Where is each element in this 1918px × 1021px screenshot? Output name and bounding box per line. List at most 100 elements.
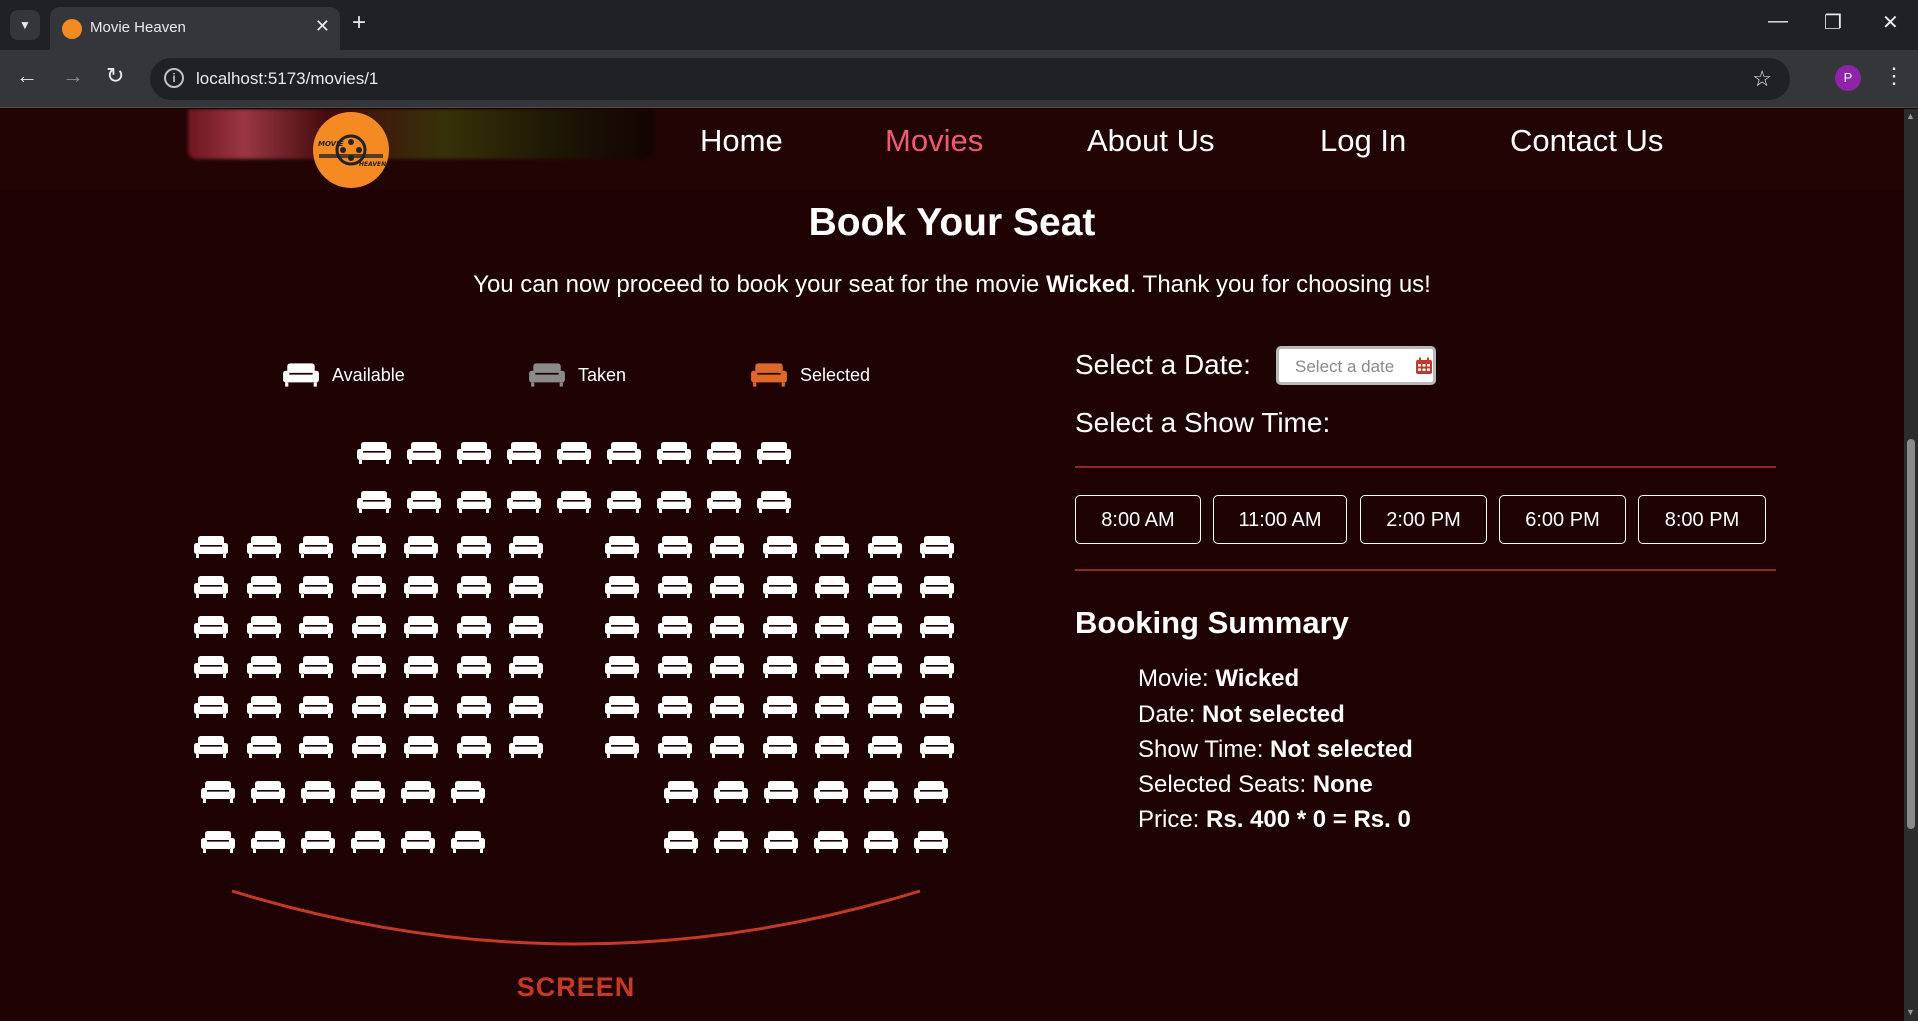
seat-r3-c5[interactable] [403, 535, 439, 559]
seat-r8-c2[interactable] [246, 735, 282, 759]
seat-r3-c1[interactable] [193, 535, 229, 559]
seat-r8-c7[interactable] [508, 735, 544, 759]
seat-r4-c5[interactable] [403, 575, 439, 599]
seat-r2-c5[interactable] [556, 490, 592, 514]
seat-r10-c1[interactable] [200, 830, 236, 854]
seat-r4-c12[interactable] [814, 575, 850, 599]
profile-avatar[interactable]: P [1835, 65, 1861, 91]
seat-r6-c13[interactable] [867, 655, 903, 679]
minimize-icon[interactable]: — [1768, 10, 1788, 33]
showtime-button-2[interactable]: 11:00 AM [1213, 495, 1347, 544]
seat-r1-c1[interactable] [356, 441, 392, 465]
showtime-button-1[interactable]: 8:00 AM [1075, 495, 1201, 544]
nav-about[interactable]: About Us [1087, 123, 1215, 159]
seat-r4-c14[interactable] [919, 575, 955, 599]
seat-r5-c3[interactable] [298, 615, 334, 639]
seat-r1-c6[interactable] [606, 441, 642, 465]
seat-r3-c12[interactable] [814, 535, 850, 559]
seat-r1-c5[interactable] [556, 441, 592, 465]
browser-menu-icon[interactable]: ⋮ [1883, 63, 1905, 89]
new-tab-icon[interactable]: + [352, 11, 366, 35]
seat-r4-c1[interactable] [193, 575, 229, 599]
seat-r9-c8[interactable] [713, 780, 749, 804]
seat-r2-c6[interactable] [606, 490, 642, 514]
seat-r7-c9[interactable] [657, 695, 693, 719]
seat-r9-c6[interactable] [450, 780, 486, 804]
seat-r3-c6[interactable] [456, 535, 492, 559]
seat-r5-c7[interactable] [508, 615, 544, 639]
seat-r7-c2[interactable] [246, 695, 282, 719]
seat-r8-c3[interactable] [298, 735, 334, 759]
seat-r3-c3[interactable] [298, 535, 334, 559]
seat-r9-c5[interactable] [400, 780, 436, 804]
seat-r1-c7[interactable] [656, 441, 692, 465]
seat-r7-c1[interactable] [193, 695, 229, 719]
seat-r1-c2[interactable] [406, 441, 442, 465]
seat-r6-c14[interactable] [919, 655, 955, 679]
seat-r2-c7[interactable] [656, 490, 692, 514]
seat-r4-c8[interactable] [604, 575, 640, 599]
scroll-up-icon[interactable]: ▲ [1906, 111, 1915, 121]
bookmark-star-icon[interactable]: ☆ [1752, 66, 1772, 92]
seat-r1-c3[interactable] [456, 441, 492, 465]
seat-r9-c9[interactable] [763, 780, 799, 804]
seat-r10-c5[interactable] [400, 830, 436, 854]
seat-r6-c1[interactable] [193, 655, 229, 679]
seat-r8-c10[interactable] [709, 735, 745, 759]
seat-r3-c7[interactable] [508, 535, 544, 559]
seat-r5-c14[interactable] [919, 615, 955, 639]
seat-r6-c11[interactable] [762, 655, 798, 679]
seat-r9-c11[interactable] [863, 780, 899, 804]
seat-r10-c7[interactable] [663, 830, 699, 854]
nav-contact[interactable]: Contact Us [1510, 123, 1663, 159]
seat-r3-c14[interactable] [919, 535, 955, 559]
seat-r2-c9[interactable] [756, 490, 792, 514]
seat-r10-c2[interactable] [250, 830, 286, 854]
seat-r5-c10[interactable] [709, 615, 745, 639]
seat-r3-c13[interactable] [867, 535, 903, 559]
seat-r8-c1[interactable] [193, 735, 229, 759]
seat-r10-c4[interactable] [350, 830, 386, 854]
seat-r4-c11[interactable] [762, 575, 798, 599]
seat-r9-c2[interactable] [250, 780, 286, 804]
seat-r10-c3[interactable] [300, 830, 336, 854]
seat-r3-c2[interactable] [246, 535, 282, 559]
seat-r2-c2[interactable] [406, 490, 442, 514]
site-logo[interactable]: MOVIE HEAVEN [313, 112, 389, 188]
seat-r8-c14[interactable] [919, 735, 955, 759]
seat-r4-c10[interactable] [709, 575, 745, 599]
seat-r3-c10[interactable] [709, 535, 745, 559]
seat-r4-c4[interactable] [351, 575, 387, 599]
seat-r8-c6[interactable] [456, 735, 492, 759]
seat-r9-c3[interactable] [300, 780, 336, 804]
seat-r5-c13[interactable] [867, 615, 903, 639]
seat-r7-c7[interactable] [508, 695, 544, 719]
address-bar[interactable]: i localhost:5173/movies/1 ☆ [150, 58, 1790, 100]
seat-r7-c4[interactable] [351, 695, 387, 719]
seat-r5-c8[interactable] [604, 615, 640, 639]
seat-r3-c9[interactable] [657, 535, 693, 559]
seat-r4-c6[interactable] [456, 575, 492, 599]
seat-r4-c2[interactable] [246, 575, 282, 599]
seat-r9-c7[interactable] [663, 780, 699, 804]
forward-icon[interactable]: → [62, 65, 84, 87]
seat-r5-c2[interactable] [246, 615, 282, 639]
seat-r7-c11[interactable] [762, 695, 798, 719]
seat-r10-c12[interactable] [913, 830, 949, 854]
seat-r2-c3[interactable] [456, 490, 492, 514]
showtime-button-5[interactable]: 8:00 PM [1638, 495, 1766, 544]
calendar-icon[interactable] [1415, 357, 1433, 375]
seat-r4-c7[interactable] [508, 575, 544, 599]
seat-r7-c13[interactable] [867, 695, 903, 719]
seat-r1-c8[interactable] [706, 441, 742, 465]
scroll-down-icon[interactable]: ▼ [1906, 1007, 1915, 1017]
seat-r2-c1[interactable] [356, 490, 392, 514]
seat-r6-c6[interactable] [456, 655, 492, 679]
seat-r6-c9[interactable] [657, 655, 693, 679]
seat-r10-c6[interactable] [450, 830, 486, 854]
seat-r7-c6[interactable] [456, 695, 492, 719]
restore-icon[interactable]: ❐ [1824, 10, 1842, 35]
window-close-icon[interactable]: ✕ [1882, 10, 1899, 35]
reload-icon[interactable]: ↻ [106, 65, 124, 87]
seat-r3-c8[interactable] [604, 535, 640, 559]
